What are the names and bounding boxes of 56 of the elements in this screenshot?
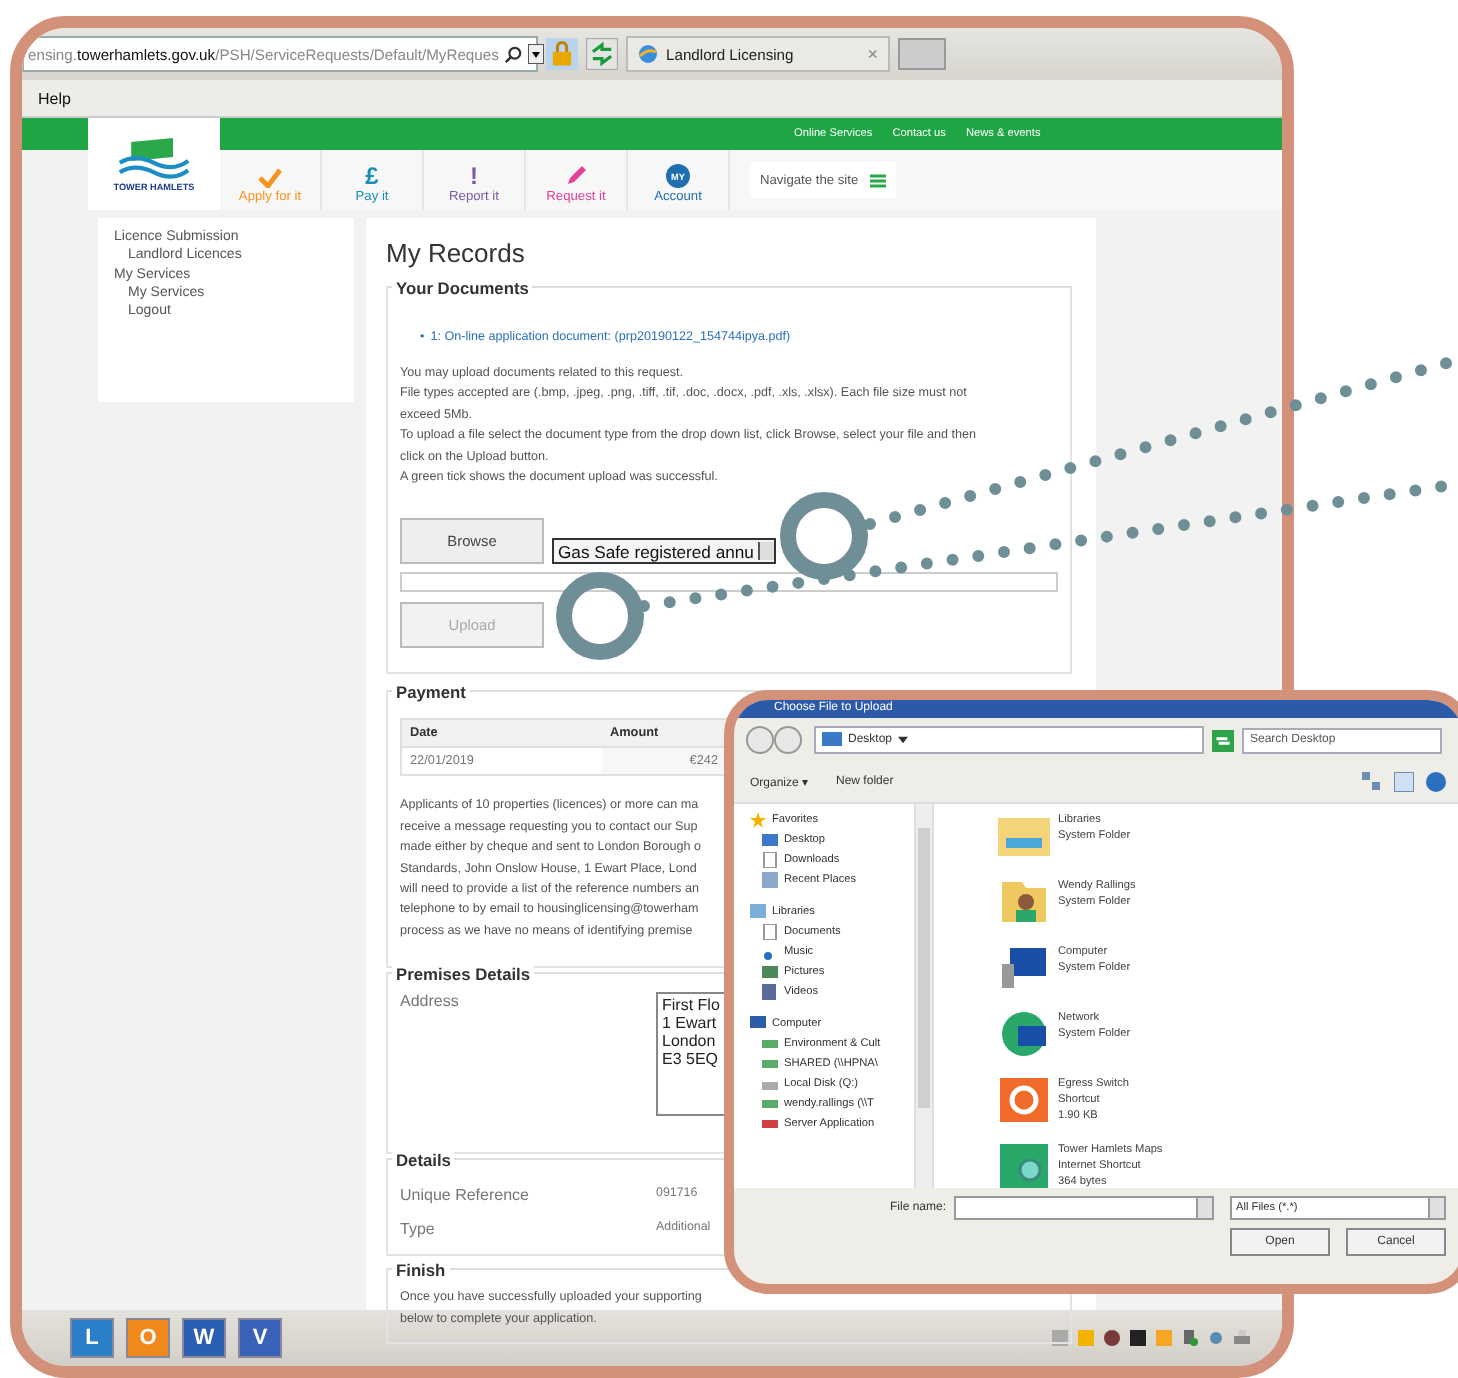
shield-icon[interactable] bbox=[1104, 1330, 1120, 1346]
help-icon[interactable] bbox=[1426, 772, 1446, 792]
section-heading: Premises Details bbox=[392, 964, 535, 985]
pane-icon[interactable] bbox=[1394, 772, 1414, 792]
section-heading: Your Documents bbox=[392, 278, 533, 298]
sync-icon bbox=[998, 1076, 1050, 1124]
network-icon[interactable] bbox=[1182, 1330, 1198, 1346]
pictures-icon bbox=[762, 964, 778, 980]
computer-icon bbox=[750, 1016, 766, 1032]
library-icon bbox=[750, 904, 766, 920]
refresh-icon[interactable] bbox=[1212, 729, 1234, 751]
computer-icon bbox=[998, 944, 1050, 992]
page-icon bbox=[762, 852, 778, 868]
section-heading: Details bbox=[392, 1150, 455, 1171]
field-label: Type bbox=[400, 1220, 437, 1239]
header-band bbox=[22, 118, 88, 150]
page-title: My Records bbox=[386, 238, 527, 268]
field-label: Unique Reference bbox=[400, 1186, 531, 1205]
refresh-icon[interactable] bbox=[586, 38, 618, 70]
view-icon[interactable] bbox=[1362, 772, 1382, 792]
dropdown-icon[interactable] bbox=[528, 44, 545, 64]
globe-icon bbox=[638, 44, 658, 64]
page-icon bbox=[762, 924, 778, 940]
scrollbar[interactable] bbox=[914, 804, 934, 1188]
callout-ring bbox=[556, 572, 644, 660]
map-icon bbox=[998, 1142, 1050, 1190]
logo-icon bbox=[116, 137, 192, 179]
caret-icon bbox=[898, 736, 909, 744]
dropdown-icon bbox=[757, 542, 774, 561]
taskbar-app-button[interactable]: W bbox=[182, 1318, 226, 1358]
tray-icon[interactable] bbox=[1208, 1330, 1224, 1346]
menu-icon bbox=[870, 173, 887, 187]
star-icon bbox=[750, 812, 766, 828]
globe-icon bbox=[998, 1010, 1050, 1058]
back-forward-icon[interactable] bbox=[746, 726, 806, 754]
nav-symbol: £ bbox=[365, 164, 379, 188]
taskbar-app-button[interactable]: L bbox=[70, 1318, 114, 1358]
desktop-icon bbox=[762, 832, 778, 848]
field-label: Address bbox=[400, 992, 461, 1015]
netdrive-icon bbox=[762, 1096, 778, 1112]
menu-item[interactable]: Help bbox=[38, 89, 71, 107]
file-name-field[interactable] bbox=[954, 1196, 1214, 1220]
user-folder-icon bbox=[998, 878, 1050, 926]
printer-icon[interactable] bbox=[1234, 1330, 1250, 1346]
folder-icon bbox=[998, 812, 1050, 860]
nav-symbol: ! bbox=[470, 164, 478, 188]
document-type-select[interactable]: Gas Safe registered annu bbox=[552, 538, 776, 565]
new-tab-button[interactable] bbox=[898, 38, 946, 70]
desktop-icon bbox=[822, 732, 842, 748]
taskbar-app-button[interactable]: V bbox=[238, 1318, 282, 1358]
videos-icon bbox=[762, 984, 778, 1000]
section-heading: Finish bbox=[392, 1260, 450, 1281]
callout-ring bbox=[780, 492, 868, 580]
section-heading: Payment bbox=[392, 682, 470, 703]
file-path-field[interactable] bbox=[400, 572, 1058, 593]
search-icon[interactable] bbox=[504, 45, 523, 63]
